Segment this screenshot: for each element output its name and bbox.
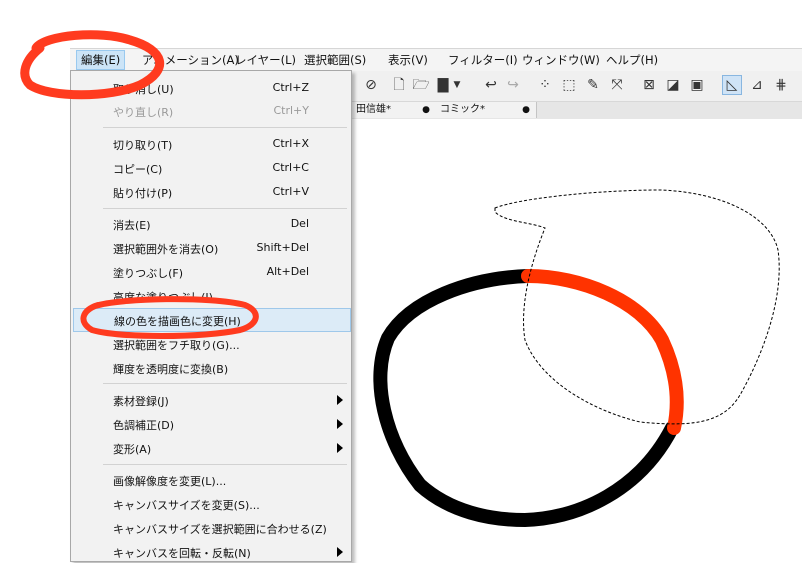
menu-item-label: 高度な塗りつぶし(I)... [113, 291, 224, 304]
new-file-icon[interactable]: 🗋 [390, 76, 408, 94]
menu-filter[interactable]: フィルター(I) [448, 52, 518, 68]
menu-item-label: やり直し(R) [113, 106, 174, 119]
toolbar: ⊘ 🗋 🗁 ▇ ▼ ↩ ↪ ⁘ ⬚ ✎ ⤧ ⊠ ◪ ▣ ◺ ⊿ ⋕ [352, 71, 802, 102]
menu-item-label: 取り消し(U) [113, 83, 174, 96]
menu-item-fill[interactable]: 塗りつぶし(F) Alt+Del [73, 261, 349, 283]
menu-item-label: 変形(A) [113, 443, 152, 456]
menu-item-label: 色調補正(D) [113, 419, 175, 432]
dropdown-arrow-icon[interactable]: ▼ [452, 76, 462, 94]
invert-icon[interactable]: ◪ [664, 76, 682, 94]
menu-item-tonal-correction[interactable]: 色調補正(D) [73, 413, 349, 435]
menu-item-clear[interactable]: 消去(E) Del [73, 213, 349, 235]
menu-separator [103, 464, 347, 465]
redo-icon[interactable]: ↪ [504, 76, 522, 94]
menu-item-undo[interactable]: 取り消し(U) Ctrl+Z [73, 77, 349, 99]
menu-item-shortcut: Ctrl+Z [272, 81, 309, 94]
menu-item-fit-canvas-to-selection[interactable]: キャンバスサイズを選択範囲に合わせる(Z) [73, 517, 349, 539]
menu-window[interactable]: ウィンドウ(W) [522, 52, 600, 68]
menu-item-label: 線の色を描画色に変更(H) [114, 315, 241, 328]
lasso-icon[interactable]: ⊘ [362, 76, 380, 94]
menu-item-label: 画像解像度を変更(L)... [113, 475, 227, 488]
scale-icon[interactable]: ⤧ [608, 76, 626, 94]
menu-item-label: 選択範囲外を消去(O) [113, 243, 219, 256]
submenu-arrow-icon [337, 395, 343, 405]
ruler-corner-icon[interactable]: ⊿ [748, 76, 766, 94]
menu-item-change-canvas-size[interactable]: キャンバスサイズを変更(S)... [73, 493, 349, 515]
menu-item-border-selection[interactable]: 選択範囲をフチ取り(G)... [73, 333, 349, 355]
brush-icon[interactable]: ✎ [584, 76, 602, 94]
canvas-drawing [373, 189, 780, 528]
drawing-canvas[interactable] [352, 119, 802, 560]
menu-item-luminance-to-opacity[interactable]: 輝度を透明度に変換(B) [73, 357, 349, 379]
frame-icon[interactable]: ▣ [688, 76, 706, 94]
menu-separator [103, 383, 347, 384]
menu-item-label: 切り取り(T) [113, 139, 173, 152]
menu-item-label: 素材登録(J) [113, 395, 169, 408]
menu-edit[interactable]: 編集(E) [76, 50, 126, 70]
menu-item-label: 塗りつぶし(F) [113, 267, 184, 280]
menu-item-shortcut: Ctrl+V [272, 185, 309, 198]
menu-item-transform[interactable]: 変形(A) [73, 437, 349, 459]
menu-separator [103, 127, 347, 128]
menu-item-cut[interactable]: 切り取り(T) Ctrl+X [73, 133, 349, 155]
menu-item-label: コピー(C) [113, 163, 163, 176]
red-stroke [521, 269, 684, 435]
submenu-arrow-icon [337, 443, 343, 453]
tab-document-2[interactable]: コミック* ● [436, 102, 537, 118]
menu-selection[interactable]: 選択範囲(S) [304, 52, 366, 68]
menu-item-label: 消去(E) [113, 219, 151, 232]
menu-item-shortcut: Alt+Del [266, 265, 309, 278]
menu-item-paste[interactable]: 貼り付け(P) Ctrl+V [73, 181, 349, 203]
menu-item-label: キャンバスサイズを変更(S)... [113, 499, 260, 512]
tab-document-1[interactable]: 田信雄* ● [352, 102, 437, 118]
undo-icon[interactable]: ↩ [482, 76, 500, 94]
menu-item-copy[interactable]: コピー(C) Ctrl+C [73, 157, 349, 179]
menu-view[interactable]: 表示(V) [388, 52, 428, 68]
menu-separator [103, 208, 347, 209]
tab-label: コミック* [440, 104, 485, 115]
menu-item-shortcut: Ctrl+Y [273, 104, 309, 117]
menu-item-label: キャンバスサイズを選択範囲に合わせる(Z) [113, 523, 327, 536]
menubar: 編集(E) アニメーション(A) レイヤー(L) 選択範囲(S) 表示(V) フ… [70, 48, 802, 72]
close-icon[interactable]: ● [422, 102, 430, 118]
deselect-icon[interactable]: ⊠ [640, 76, 658, 94]
save-icon[interactable]: ▇ [434, 76, 452, 94]
tab-label: 田信雄* [356, 104, 391, 115]
menu-item-shortcut: Del [290, 217, 309, 230]
document-tabs: 田信雄* ● コミック* ● [352, 102, 802, 120]
submenu-arrow-icon [337, 547, 343, 557]
menu-item-advanced-fill[interactable]: 高度な塗りつぶし(I)... [73, 285, 349, 307]
menu-item-redo[interactable]: やり直し(R) Ctrl+Y [73, 100, 349, 122]
open-folder-icon[interactable]: 🗁 [412, 76, 430, 94]
menu-item-shortcut: Ctrl+X [272, 137, 309, 150]
menu-item-label: 選択範囲をフチ取り(G)... [113, 339, 240, 352]
grid-icon[interactable]: ⋕ [772, 76, 790, 94]
menu-layer[interactable]: レイヤー(L) [235, 52, 296, 68]
menu-item-shortcut: Ctrl+C [272, 161, 309, 174]
menu-item-shortcut: Shift+Del [256, 241, 309, 254]
menu-item-change-line-color[interactable]: 線の色を描画色に変更(H) [73, 308, 351, 332]
menu-item-register-material[interactable]: 素材登録(J) [73, 389, 349, 411]
edit-menu-dropdown: 取り消し(U) Ctrl+Z やり直し(R) Ctrl+Y 切り取り(T) Ct… [70, 70, 352, 562]
submenu-arrow-icon [337, 419, 343, 429]
menu-item-label: キャンバスを回転・反転(N) [113, 547, 251, 560]
menu-item-label: 貼り付け(P) [113, 187, 173, 200]
menu-item-label: 輝度を透明度に変換(B) [113, 363, 229, 376]
menu-item-clear-outside[interactable]: 選択範囲外を消去(O) Shift+Del [73, 237, 349, 259]
selection-dots-icon[interactable]: ⁘ [536, 76, 554, 94]
menu-help[interactable]: ヘルプ(H) [606, 52, 658, 68]
ruler-icon[interactable]: ◺ [722, 75, 742, 95]
close-icon[interactable]: ● [522, 102, 530, 118]
menu-item-change-resolution[interactable]: 画像解像度を変更(L)... [73, 469, 349, 491]
menu-animation[interactable]: アニメーション(A) [142, 52, 239, 68]
transform-icon[interactable]: ⬚ [560, 76, 578, 94]
